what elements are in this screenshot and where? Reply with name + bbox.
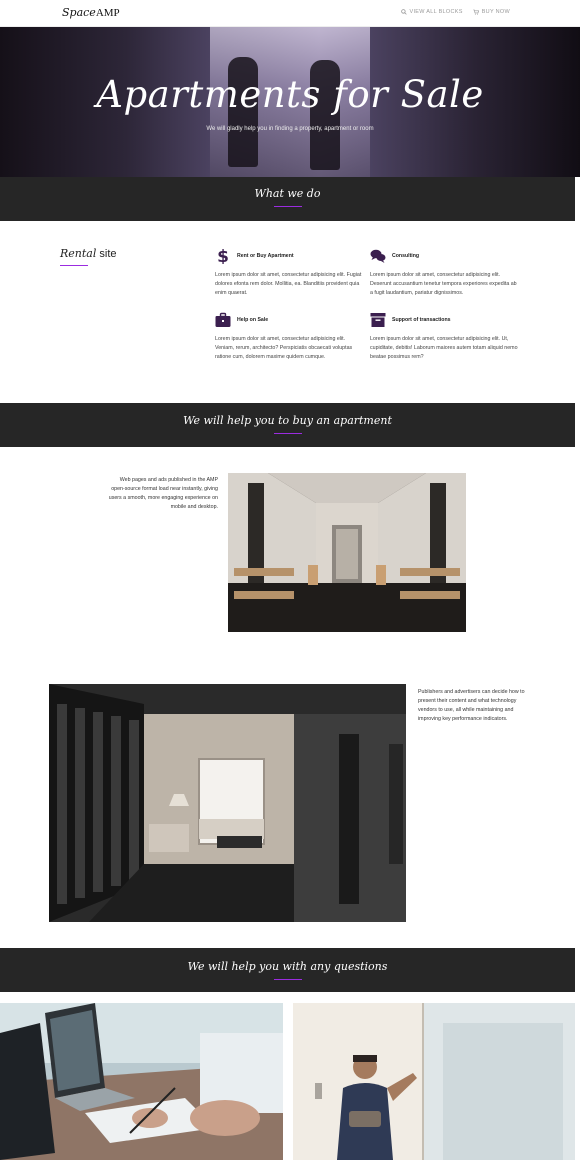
logo-italic: Space	[62, 6, 96, 19]
nav-buy-now[interactable]: BUY NOW	[473, 9, 510, 15]
site-header: SpaceAMP VIEW ALL BLOCKS BUY NOW	[0, 0, 580, 27]
feature-help-on-sale: Help on Sale Lorem ipsum dolor sit amet,…	[215, 311, 365, 362]
svg-text:$: $	[217, 248, 229, 264]
feature-title: Rent or Buy Apartment	[237, 253, 294, 259]
laptop-work-photo	[0, 1003, 283, 1160]
feature-title: Support of transactions	[392, 317, 451, 323]
feature-support-transactions: Support of transactions Lorem ipsum dolo…	[370, 311, 520, 362]
feature-consulting: Consulting Lorem ipsum dolor sit amet, c…	[370, 247, 520, 298]
top-nav: VIEW ALL BLOCKS BUY NOW	[400, 9, 511, 15]
section-title: What we do	[254, 187, 321, 200]
section-underline	[273, 979, 302, 980]
section-underline	[273, 206, 302, 207]
kitchen-photo	[228, 473, 466, 632]
block1-text: Web pages and ads published in the AMP o…	[108, 477, 218, 510]
feature-text: Lorem ipsum dolor sit amet, consectetur …	[215, 272, 362, 296]
section-underline	[273, 433, 302, 434]
search-icon	[400, 9, 407, 15]
feature-text: Lorem ipsum dolor sit amet, consectetur …	[370, 336, 518, 360]
chat-icon	[370, 248, 386, 264]
section-what-we-do: What we do	[0, 177, 575, 221]
section-title: We will help you with any questions	[187, 960, 388, 973]
section-questions: We will help you with any questions	[0, 948, 575, 992]
nav-view-all-blocks[interactable]: VIEW ALL BLOCKS	[400, 9, 463, 15]
section-buy-apartment: We will help you to buy an apartment	[0, 403, 575, 447]
feature-text: Lorem ipsum dolor sit amet, consectetur …	[370, 272, 517, 296]
rental-title-rest: site	[96, 248, 117, 260]
hero-title: Apartments for Sale	[96, 73, 484, 116]
feature-title: Consulting	[392, 253, 420, 259]
feature-title: Help on Sale	[237, 317, 269, 323]
rental-site-title: Rental site	[60, 247, 117, 260]
block2-text: Publishers and advertisers can decide ho…	[418, 689, 525, 722]
rental-underline	[60, 265, 88, 266]
section-title: We will help you to buy an apartment	[183, 414, 392, 427]
dollar-icon: $	[215, 248, 231, 264]
living-room-photo	[49, 684, 406, 922]
feature-text: Lorem ipsum dolor sit amet, consectetur …	[215, 336, 353, 360]
office-man-photo	[293, 1003, 575, 1160]
cart-icon	[473, 9, 479, 15]
nav-label: VIEW ALL BLOCKS	[409, 9, 463, 15]
nav-label: BUY NOW	[481, 9, 510, 15]
logo-text: AMP	[95, 7, 120, 19]
hero-banner: Apartments for Sale We will gladly help …	[0, 27, 580, 177]
feature-rent-or-buy: $ Rent or Buy Apartment Lorem ipsum dolo…	[215, 247, 365, 298]
site-logo[interactable]: SpaceAMP	[62, 6, 120, 19]
archive-icon	[370, 312, 386, 328]
hero-subtitle: We will gladly help you in finding a pro…	[206, 126, 374, 132]
rental-title-italic: Rental	[60, 247, 97, 260]
briefcase-icon	[215, 312, 231, 328]
